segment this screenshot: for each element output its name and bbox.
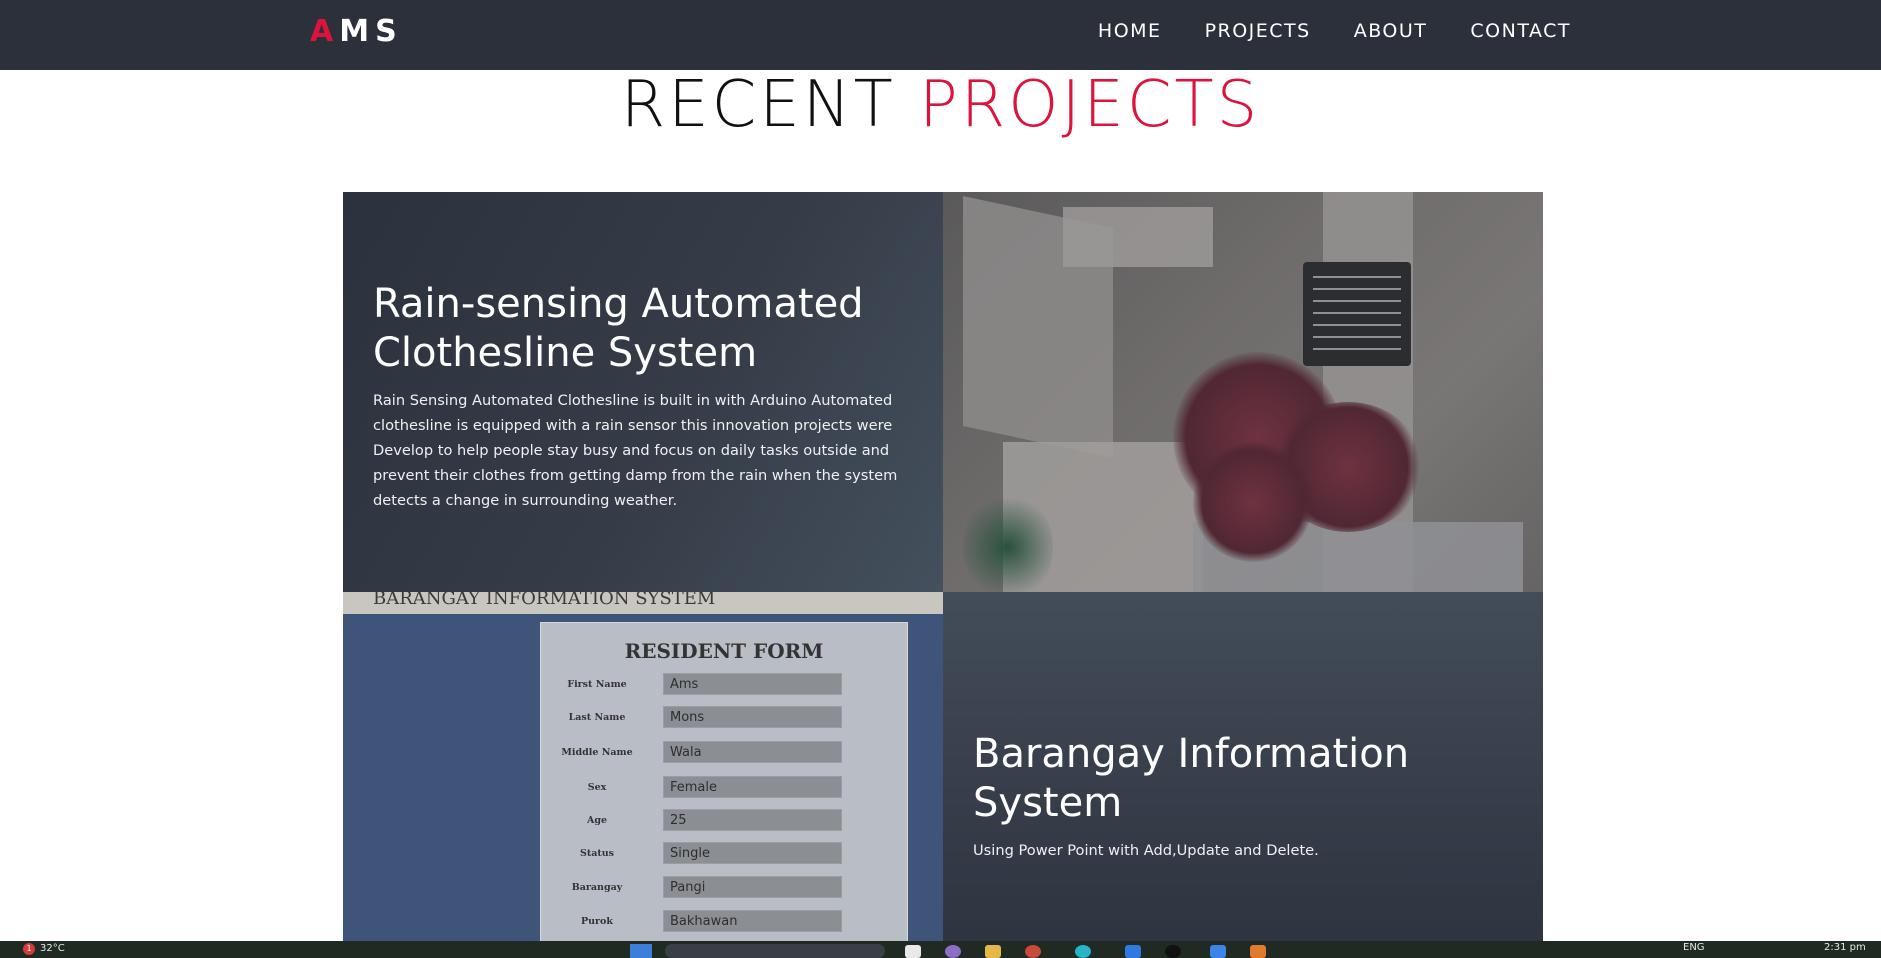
clock[interactable]: 2:31 pm — [1824, 942, 1866, 953]
language-indicator[interactable]: ENG — [1683, 942, 1705, 953]
form-row: Status Single — [541, 842, 909, 866]
section-heading: RECENT PROJECTS — [0, 68, 1881, 142]
form-value: Mons — [663, 706, 842, 728]
form-value: Bakhawan — [663, 910, 842, 932]
browser-icon[interactable] — [1025, 945, 1041, 958]
form-row: Last Name Mons — [541, 706, 909, 730]
app-icon[interactable] — [1165, 945, 1181, 958]
site-logo[interactable]: AMS — [310, 14, 403, 49]
app-icon[interactable] — [1210, 945, 1226, 958]
form-label: Purok — [581, 916, 613, 927]
os-taskbar: 1 32°C ENG 2:31 pm — [0, 941, 1881, 958]
project-card-rain-clothesline[interactable]: Rain-sensing Automated Clothesline Syste… — [343, 192, 943, 592]
form-value: Female — [663, 776, 842, 798]
form-value: 25 — [663, 809, 842, 831]
windows-start-icon[interactable] — [630, 944, 652, 958]
nav-link-contact[interactable]: CONTACT — [1470, 20, 1571, 42]
heading-part-1: RECENT — [620, 68, 896, 142]
projects-grid: Rain-sensing Automated Clothesline Syste… — [343, 192, 1543, 941]
nav-link-about[interactable]: ABOUT — [1354, 20, 1428, 42]
project-description: Rain Sensing Automated Clothesline is bu… — [373, 392, 898, 509]
form-row: Age 25 — [541, 809, 909, 833]
form-label: Middle Name — [561, 747, 633, 758]
form-value: Pangi — [663, 876, 842, 898]
top-navbar: AMS HOME PROJECTS ABOUT CONTACT — [0, 0, 1881, 70]
form-row: Sex Female — [541, 776, 909, 800]
logo-letter-accent: A — [310, 14, 340, 49]
form-label: Age — [586, 815, 608, 826]
form-value: Wala — [663, 741, 842, 763]
form-image-header: BARANGAY INFORMATION SYSTEM — [343, 592, 943, 614]
form-row: Middle Name Wala — [541, 741, 909, 765]
form-row: Barangay Pangi — [541, 876, 909, 900]
form-label: Last Name — [568, 712, 626, 723]
app-icon[interactable] — [905, 945, 921, 958]
form-label: First Name — [567, 679, 627, 690]
project-image-barangay-form: BARANGAY INFORMATION SYSTEM RESIDENT FOR… — [343, 592, 943, 941]
resident-form-image: RESIDENT FORM First Name Ams Last Name M… — [540, 622, 908, 941]
app-icon[interactable] — [945, 945, 961, 958]
project-description: Using Power Point with Add,Update and De… — [973, 842, 1319, 859]
app-icon[interactable] — [1075, 945, 1091, 958]
form-row: Purok Bakhawan — [541, 910, 909, 934]
form-label: Status — [579, 848, 615, 859]
form-label: Barangay — [571, 882, 623, 893]
form-value: Single — [663, 842, 842, 864]
project-card-barangay-system[interactable]: Barangay Information System Using Power … — [943, 592, 1543, 941]
nav-links: HOME PROJECTS ABOUT CONTACT — [1098, 20, 1571, 42]
nav-link-projects[interactable]: PROJECTS — [1205, 20, 1311, 42]
weather-widget[interactable]: 32°C — [40, 943, 65, 954]
taskbar-search-input[interactable] — [665, 944, 885, 958]
folder-icon[interactable] — [985, 945, 1001, 958]
project-image-clothesline — [943, 192, 1543, 592]
notification-badge: 1 — [23, 943, 35, 955]
form-label: Sex — [587, 782, 607, 793]
app-icon[interactable] — [1250, 945, 1266, 958]
form-value: Ams — [663, 673, 842, 695]
app-icon[interactable] — [1125, 945, 1141, 958]
project-title: Barangay Information System — [973, 731, 1410, 826]
form-row: First Name Ams — [541, 673, 909, 697]
project-title: Rain-sensing Automated Clothesline Syste… — [373, 281, 864, 376]
heading-part-2: PROJECTS — [919, 68, 1261, 142]
form-title: RESIDENT FORM — [624, 639, 824, 663]
logo-letters: MS — [339, 14, 403, 49]
nav-link-home[interactable]: HOME — [1098, 20, 1162, 42]
